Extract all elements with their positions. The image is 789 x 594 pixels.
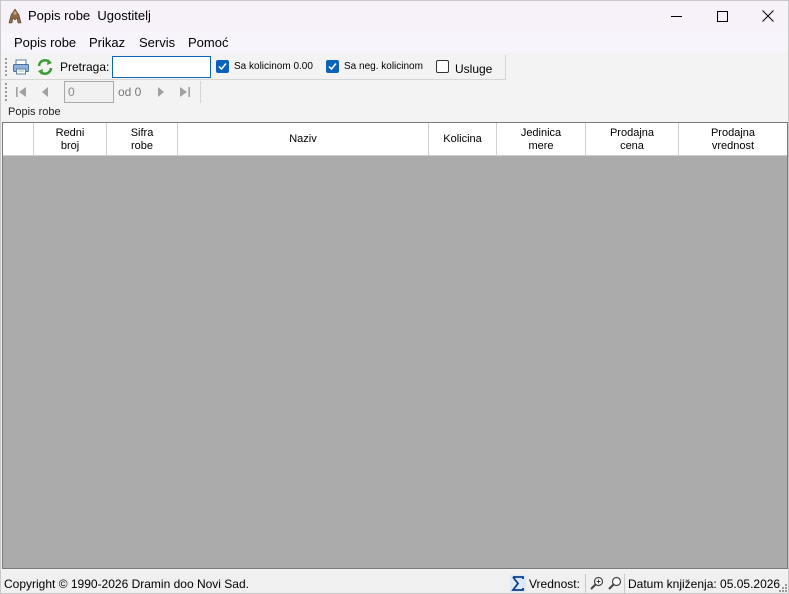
previous-page-icon[interactable]: [38, 85, 52, 99]
menu-prikaz[interactable]: Prikaz: [89, 35, 125, 50]
grid-header: Redni broj Sifra robe Naziv Kolicina Jed…: [3, 123, 787, 156]
close-button[interactable]: [745, 1, 788, 31]
app-logo-icon: [8, 8, 22, 24]
menu-servis[interactable]: Servis: [139, 35, 175, 50]
column-header-prodajna-cena[interactable]: Prodajna cena: [586, 123, 679, 156]
sum-icon: [510, 575, 526, 592]
menu-pomoc[interactable]: Pomoć: [188, 35, 228, 50]
column-header-kolicina[interactable]: Kolicina: [429, 123, 497, 156]
minimize-icon: [670, 15, 682, 17]
minimize-button[interactable]: [653, 1, 699, 31]
menu-bar: Popis robe Prikaz Servis Pomoć: [1, 31, 788, 53]
toolbar-grip[interactable]: [5, 58, 8, 76]
data-grid[interactable]: Redni broj Sifra robe Naziv Kolicina Jed…: [2, 122, 788, 569]
checkbox-sa-neg-kolicinom-label[interactable]: Sa neg. kolicinom: [344, 61, 423, 72]
column-header-jedinica-mere[interactable]: Jedinica mere: [497, 123, 586, 156]
checkmark-icon: [218, 63, 227, 71]
menu-popis-robe[interactable]: Popis robe: [14, 35, 76, 50]
refresh-icon[interactable]: [36, 58, 54, 76]
column-header-redni-broj[interactable]: Redni broj: [34, 123, 107, 156]
title-bar: Popis robe Ugostitelj: [1, 1, 788, 31]
search-input[interactable]: [112, 56, 211, 78]
resize-grip-icon[interactable]: [778, 583, 788, 593]
column-header-prodajna-vrednost[interactable]: Prodajna vrednost: [679, 123, 787, 156]
status-bar: Copyright © 1990-2026 Dramin doo Novi Sa…: [1, 571, 788, 593]
search-icon[interactable]: [608, 576, 622, 590]
first-page-icon[interactable]: [14, 85, 28, 99]
close-icon: [762, 10, 774, 22]
checkbox-usluge-label[interactable]: Usluge: [455, 62, 492, 76]
main-window: Popis robe Ugostitelj Popis robe Prikaz …: [0, 0, 789, 594]
maximize-button[interactable]: [699, 1, 745, 31]
status-separator: [585, 574, 586, 593]
navigator-grip[interactable]: [5, 83, 8, 101]
column-header-sifra-robe[interactable]: Sifra robe: [107, 123, 178, 156]
checkmark-icon: [328, 63, 337, 71]
print-icon[interactable]: [12, 58, 30, 76]
checkbox-sa-kolicinom-0[interactable]: [216, 60, 229, 73]
next-page-icon[interactable]: [154, 85, 168, 99]
maximize-icon: [716, 10, 728, 22]
row-header-corner[interactable]: [3, 123, 34, 156]
column-header-naziv[interactable]: Naziv: [178, 123, 429, 156]
checkbox-sa-neg-kolicinom[interactable]: [326, 60, 339, 73]
page-count-label: od 0: [118, 85, 142, 99]
status-separator: [624, 574, 625, 593]
copyright-text: Copyright © 1990-2026 Dramin doo Novi Sa…: [4, 577, 249, 591]
window-title: Popis robe Ugostitelj: [28, 8, 151, 23]
page-number-input[interactable]: [64, 81, 114, 103]
zoom-in-icon[interactable]: [590, 576, 604, 590]
vrednost-label: Vrednost:: [529, 577, 580, 591]
checkbox-usluge[interactable]: [436, 60, 449, 73]
search-label: Pretraga:: [60, 60, 110, 74]
checkbox-sa-kolicinom-0-label[interactable]: Sa kolicinom 0.00: [234, 61, 313, 72]
last-page-icon[interactable]: [178, 85, 192, 99]
section-label: Popis robe: [8, 106, 61, 118]
posting-date-label: Datum knjiženja: 05.05.2026: [628, 577, 781, 591]
